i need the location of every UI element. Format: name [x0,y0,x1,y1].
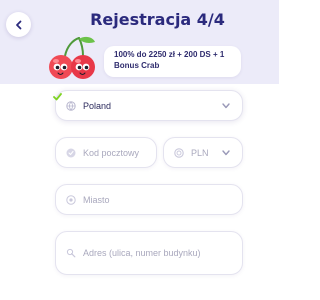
address-placeholder: Adres (ulica, numer budynku) [83,248,201,258]
chevron-down-icon [222,103,230,109]
currency-value: PLN [191,147,209,158]
location-icon [66,194,76,205]
city-placeholder: Miasto [83,194,110,205]
city-field[interactable]: Miasto [55,184,243,215]
address-field[interactable]: Adres (ulica, numer budynku) [55,231,243,275]
country-select[interactable]: Poland [55,90,243,121]
address-icon [66,248,76,258]
globe-icon [66,100,76,111]
postcode-placeholder: Kod pocztowy [83,147,140,158]
bonus-card: 100% do 2250 zł + 200 DS + 1 Bonus Crab [104,46,241,77]
postcode-icon [66,148,76,157]
check-icon [53,93,62,101]
coin-icon [174,147,184,158]
postcode-field[interactable]: Kod pocztowy [55,137,157,168]
country-value: Poland [83,100,112,111]
currency-select[interactable]: PLN [163,137,243,168]
chevron-down-icon [222,150,230,156]
cherry-mascot-icon [49,36,95,79]
bonus-text: 100% do 2250 zł + 200 DS + 1 Bonus Crab [114,50,225,70]
page-title: Rejestracja 4/4 [90,10,225,29]
